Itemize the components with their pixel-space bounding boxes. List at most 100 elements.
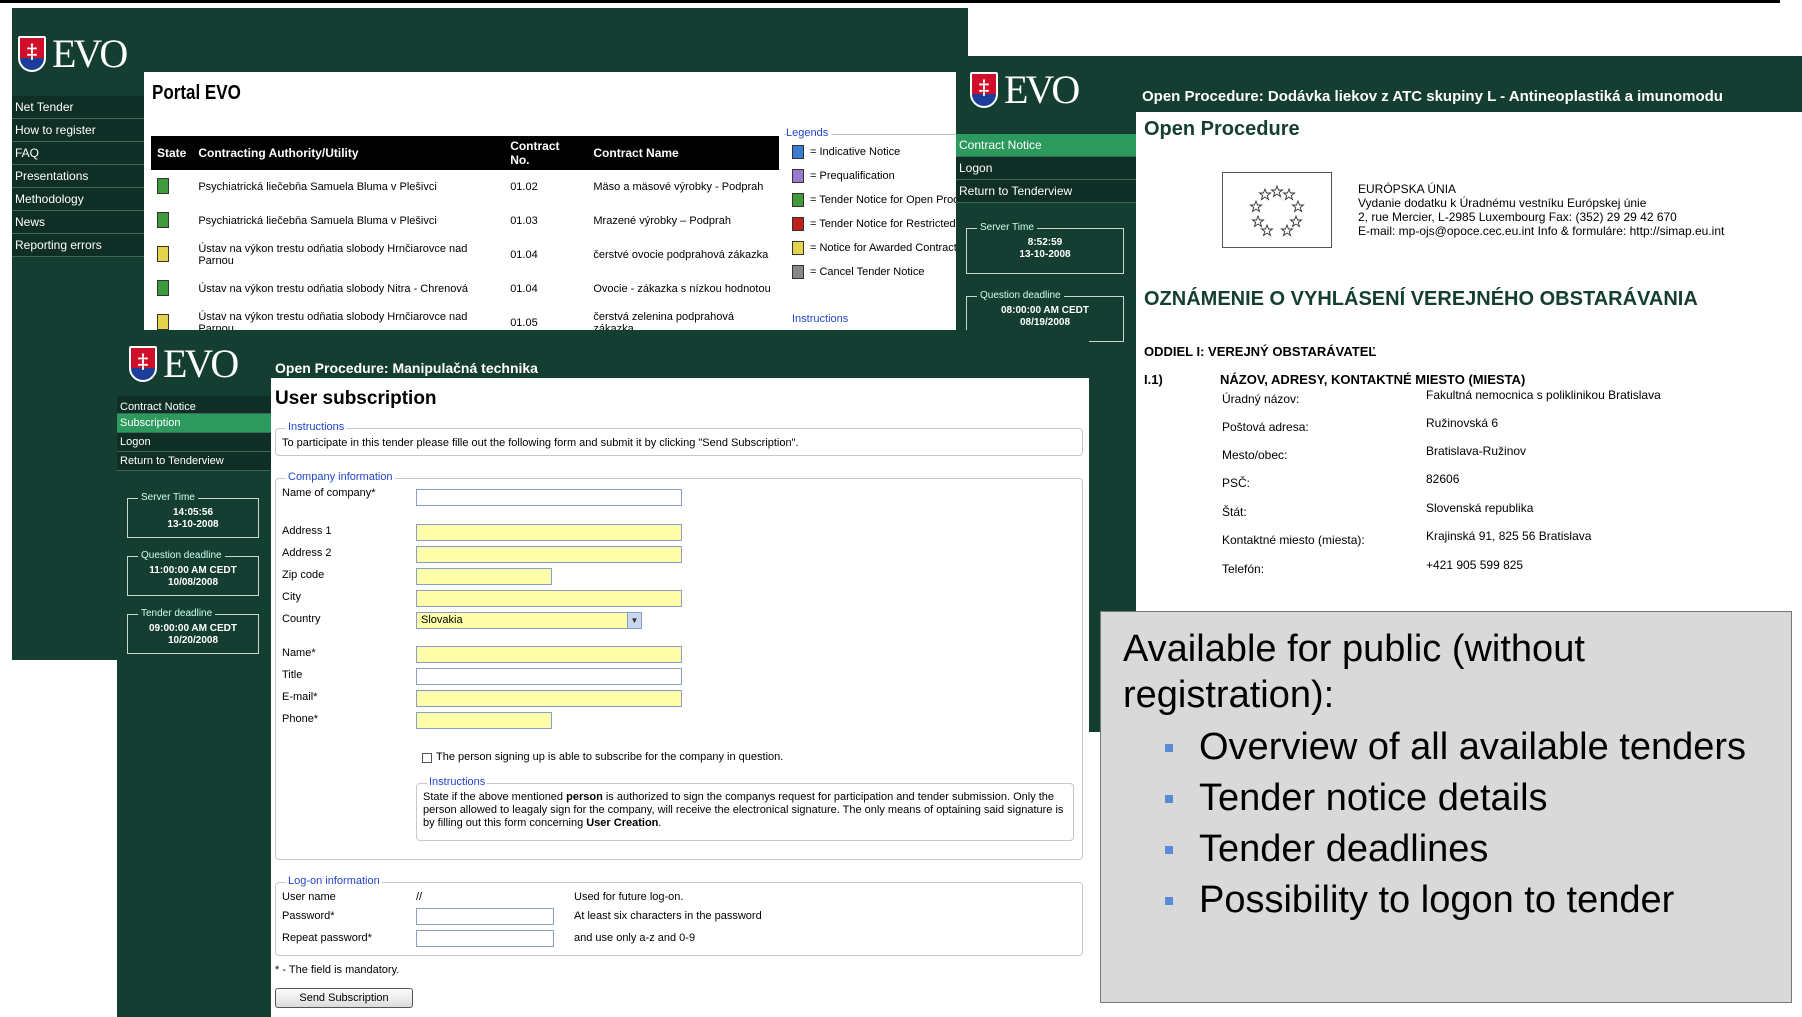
notice-title: OZNÁMENIE O VYHLÁSENÍ VEREJNÉHO OBSTARÁV… — [1144, 288, 1698, 310]
state-open-icon — [157, 279, 169, 296]
server-time-box: Server Time 8:52:59 13-10-2008 — [966, 222, 1124, 274]
eu-info: EURÓPSKA ÚNIA Vydanie dodatku k Úradnému… — [1358, 182, 1725, 238]
menu-presentations[interactable]: Presentations — [12, 165, 144, 188]
tender-deadline-box: Tender deadline 09:00:00 AM CEDT 10/20/2… — [127, 608, 259, 654]
legend-item: = Indicative Notice — [792, 145, 900, 159]
question-deadline-box: Question deadline 11:00:00 AM CEDT 10/08… — [127, 550, 259, 596]
instructions-box: Instructions To participate in this tend… — [275, 421, 1083, 456]
evo-logo: ‡ EVO — [970, 66, 1080, 113]
list-item: Overview of all available tenders — [1123, 722, 1769, 773]
zip-code-input[interactable] — [416, 568, 552, 585]
table-row[interactable]: Psychiatrická liečebňa Samuela Bluma v P… — [151, 204, 779, 238]
mandatory-note: * - The field is mandatory. — [275, 964, 400, 976]
top-rule — [0, 0, 1780, 3]
section-heading: ODDIEL I: VEREJNÝ OBSTARÁVATEĽ — [1144, 344, 1377, 359]
list-item: Tender notice details — [1123, 773, 1769, 824]
table-row[interactable]: Ústav na výkon trestu odňatia slobody Ni… — [151, 272, 779, 306]
instructions-link[interactable]: Instructions — [792, 313, 848, 325]
procedure-side-menu: Contract Notice Logon Return to Tendervi… — [956, 134, 1136, 203]
chevron-down-icon[interactable]: ▼ — [627, 613, 641, 628]
col-contract-no: Contract No. — [504, 136, 588, 170]
state-open-icon — [157, 177, 169, 194]
address1-input[interactable] — [416, 524, 682, 541]
evo-logo: ‡ EVO — [129, 340, 239, 387]
signing-authority-checkbox[interactable] — [422, 753, 432, 763]
state-open-icon — [157, 211, 169, 228]
country-select[interactable]: Slovakia ▼ — [416, 612, 642, 629]
legend-item: = Notice for Awarded Contract — [792, 241, 957, 255]
state-awarded-icon — [157, 245, 169, 262]
awarded-contract-icon — [792, 241, 804, 255]
subsection-number: I.1) — [1144, 372, 1163, 387]
legend-item: = Tender Notice for Open Proce — [792, 193, 965, 207]
legend-item: = Prequalification — [792, 169, 895, 183]
menu-how-to-register[interactable]: How to register — [12, 119, 144, 142]
title-input[interactable] — [416, 668, 682, 685]
col-authority: Contracting Authority/Utility — [192, 136, 505, 170]
legend-box: Legends = Indicative Notice = Prequalifi… — [784, 127, 968, 325]
tender-table: State Contracting Authority/Utility Cont… — [151, 136, 779, 332]
address2-input[interactable] — [416, 546, 682, 563]
list-item: Tender deadlines — [1123, 824, 1769, 875]
table-row[interactable]: Ústav na výkon trestu odňatia slobody Hr… — [151, 306, 779, 332]
eu-stars-icon — [1249, 184, 1305, 237]
menu-logon[interactable]: Logon — [117, 433, 271, 452]
menu-logon[interactable]: Logon — [956, 157, 1136, 180]
page-title: User subscription — [275, 388, 437, 409]
menu-methodology[interactable]: Methodology — [12, 188, 144, 211]
window-title: Open Procedure: Manipulačná technika — [275, 360, 538, 376]
checkbox-label: The person signing up is able to subscri… — [436, 751, 784, 763]
menu-faq[interactable]: FAQ — [12, 142, 144, 165]
company-name-input[interactable] — [416, 489, 682, 506]
menu-subscription[interactable]: Subscription — [117, 414, 271, 433]
password-input[interactable] — [416, 908, 554, 925]
table-row[interactable]: Psychiatrická liečebňa Samuela Bluma v P… — [151, 170, 779, 204]
page-title: Open Procedure — [1144, 118, 1300, 140]
features-callout: Available for public (without registrati… — [1100, 611, 1792, 1003]
email-input[interactable] — [416, 690, 682, 707]
menu-news[interactable]: News — [12, 211, 144, 234]
cancel-notice-icon — [792, 265, 804, 279]
prequalification-icon — [792, 169, 804, 183]
menu-contract-notice[interactable]: Contract Notice — [117, 396, 271, 414]
window-title: Open Procedure: Dodávka liekov z ATC sku… — [1142, 88, 1723, 105]
eu-flag — [1222, 172, 1332, 248]
menu-return-to-tenderview[interactable]: Return to Tenderview — [956, 180, 1136, 203]
col-state: State — [151, 136, 193, 170]
indicative-notice-icon — [792, 145, 804, 159]
send-subscription-button[interactable]: Send Subscription — [275, 988, 413, 1008]
phone-input[interactable] — [416, 712, 552, 729]
name-input[interactable] — [416, 646, 682, 663]
legend-item: = Tender Notice for Restricted P — [792, 217, 966, 231]
subsection-title: NÁZOV, ADRESY, KONTAKTNÉ MIESTO (MIESTA) — [1220, 372, 1526, 387]
logon-information-box: Log-on information User name // Used for… — [275, 875, 1083, 956]
subscription-side-menu: Contract Notice Subscription Logon Retur… — [117, 396, 271, 471]
portal-content: Portal EVO State Contracting Authority/U… — [144, 72, 968, 332]
legend-title: Legends — [786, 127, 833, 139]
page-title: Portal EVO — [152, 82, 241, 104]
company-information-box: Company information Name of company* Add… — [275, 471, 1083, 860]
open-procedure-icon — [792, 193, 804, 207]
col-contract-name: Contract Name — [587, 136, 779, 170]
callout-heading: Available for public (without registrati… — [1123, 628, 1585, 716]
subscription-window: ‡ EVO Open Procedure: Manipulačná techni… — [117, 330, 1089, 1017]
evo-logo: ‡ EVO — [18, 30, 128, 77]
slovak-shield-icon: ‡ — [970, 71, 998, 108]
portal-side-menu: Net Tender How to register FAQ Presentat… — [12, 96, 144, 257]
restricted-procedure-icon — [792, 217, 804, 231]
menu-return-to-tenderview[interactable]: Return to Tenderview — [117, 452, 271, 471]
state-awarded-icon — [157, 313, 169, 330]
slovak-shield-icon: ‡ — [129, 345, 157, 382]
city-input[interactable] — [416, 590, 682, 607]
menu-contract-notice[interactable]: Contract Notice — [956, 134, 1136, 157]
feature-list: Overview of all available tenders Tender… — [1123, 722, 1769, 926]
legend-item: = Cancel Tender Notice — [792, 265, 924, 279]
list-item: Possibility to logon to tender — [1123, 875, 1769, 926]
repeat-password-input[interactable] — [416, 930, 554, 947]
slovak-shield-icon: ‡ — [18, 35, 46, 72]
inner-instructions-box: Instructions State if the above mentione… — [416, 776, 1074, 841]
menu-net-tender[interactable]: Net Tender — [12, 96, 144, 119]
menu-reporting-errors[interactable]: Reporting errors — [12, 234, 144, 257]
server-time-box: Server Time 14:05:56 13-10-2008 — [127, 492, 259, 538]
table-row[interactable]: Ústav na výkon trestu odňatia slobody Hr… — [151, 238, 779, 272]
